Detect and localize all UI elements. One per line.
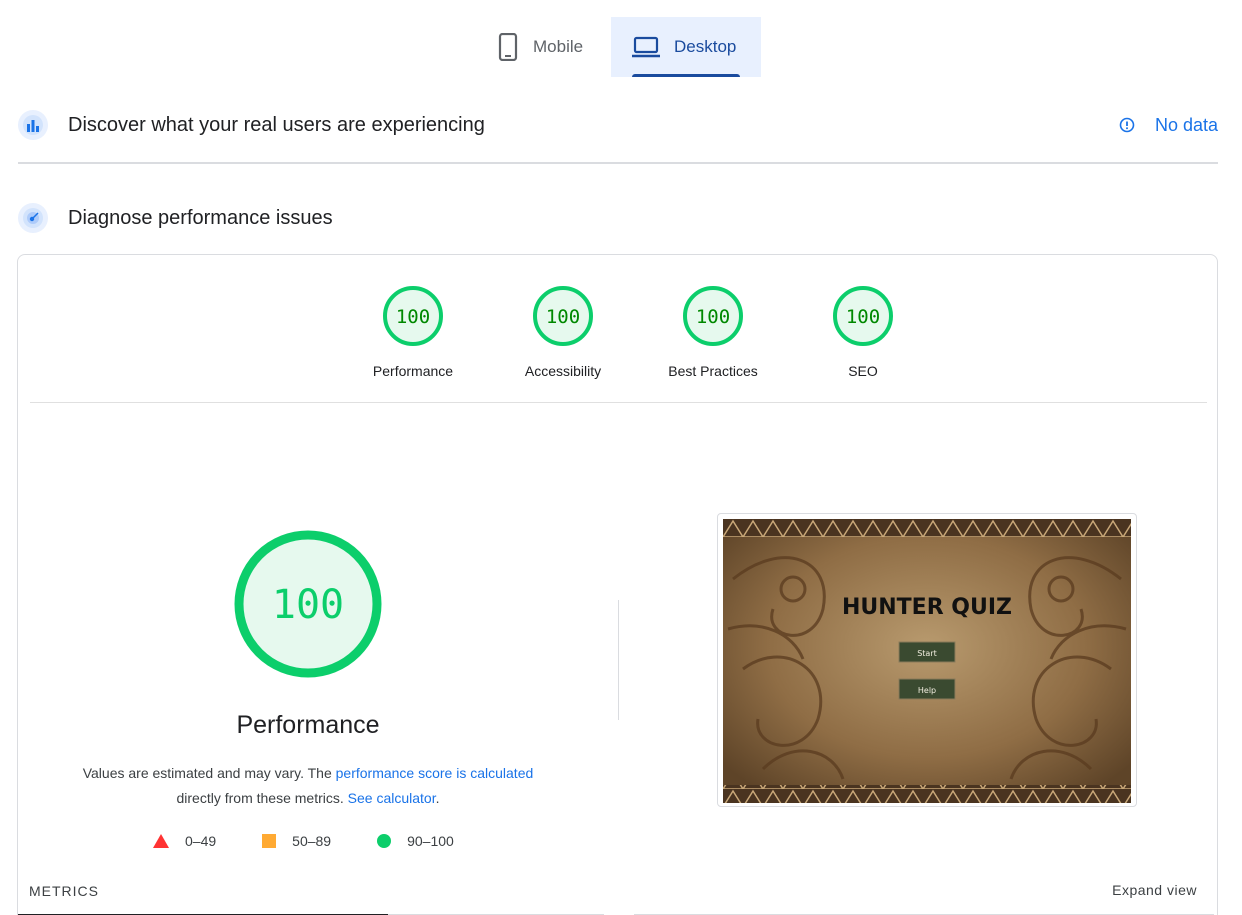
desc-text: . bbox=[435, 790, 440, 806]
crux-title: Discover what your real users are experi… bbox=[68, 113, 485, 136]
legend-average: 50–89 bbox=[262, 833, 331, 849]
gauge-performance[interactable]: 100 Performance bbox=[338, 285, 488, 379]
desc-text: directly from these metrics. bbox=[176, 790, 348, 806]
gauge-accessibility[interactable]: 100 Accessibility bbox=[488, 285, 638, 379]
crux-section: Discover what your real users are experi… bbox=[18, 107, 1218, 143]
category-gauges: 100 Performance 100 Accessibility 100 Be… bbox=[338, 285, 938, 379]
game-help-label: Help bbox=[918, 686, 936, 695]
gauge-best-practices[interactable]: 100 Best Practices bbox=[638, 285, 788, 379]
diagnose-title: Diagnose performance issues bbox=[68, 206, 333, 229]
score-legend: 0–49 50–89 90–100 bbox=[153, 833, 500, 849]
performance-score: 100 bbox=[272, 582, 344, 628]
gauge-label: Best Practices bbox=[668, 363, 758, 379]
laptop-icon bbox=[632, 33, 660, 61]
final-screenshot: HUNTER QUIZ Start Help bbox=[717, 513, 1137, 807]
gauge-ring: 100 bbox=[383, 286, 443, 346]
tab-desktop[interactable]: Desktop bbox=[611, 17, 761, 77]
gauge-seo[interactable]: 100 SEO bbox=[788, 285, 938, 379]
device-tabs: Mobile Desktop bbox=[476, 17, 761, 77]
gauge-ring: 100 bbox=[683, 286, 743, 346]
no-data-label: No data bbox=[1154, 114, 1218, 135]
vertical-divider bbox=[618, 600, 619, 720]
diagnose-section: Diagnose performance issues bbox=[18, 200, 1218, 236]
game-start-label: Start bbox=[917, 649, 937, 658]
gauge-label: SEO bbox=[848, 363, 878, 379]
tab-mobile[interactable]: Mobile bbox=[476, 17, 611, 77]
info-icon bbox=[1119, 117, 1135, 133]
performance-gauge: 100 bbox=[234, 530, 382, 678]
gauge-score: 100 bbox=[696, 306, 730, 328]
gauge-ring: 100 bbox=[533, 286, 593, 346]
legend-average-label: 50–89 bbox=[292, 833, 332, 849]
performance-title: Performance bbox=[236, 711, 380, 739]
no-data-link[interactable]: No data bbox=[1119, 115, 1218, 136]
legend-pass-label: 90–100 bbox=[407, 833, 454, 849]
expand-view-button[interactable]: Expand view bbox=[1112, 882, 1197, 898]
gauge-label: Accessibility bbox=[524, 363, 602, 379]
gauges-divider bbox=[30, 402, 1207, 403]
users-chart-icon bbox=[18, 110, 48, 140]
performance-description: Values are estimated and may vary. The p… bbox=[48, 761, 568, 811]
tab-mobile-label: Mobile bbox=[533, 37, 584, 56]
section-divider bbox=[18, 162, 1218, 164]
square-icon bbox=[262, 834, 277, 848]
desc-text: Values are estimated and may vary. The bbox=[82, 765, 336, 781]
radar-icon bbox=[18, 203, 48, 233]
legend-fail: 0–49 bbox=[153, 833, 216, 849]
gauge-score: 100 bbox=[396, 306, 430, 328]
gauge-ring: 100 bbox=[833, 286, 893, 346]
page-screenshot-image: HUNTER QUIZ Start Help bbox=[723, 519, 1131, 803]
tab-desktop-label: Desktop bbox=[674, 37, 737, 56]
report-card: 100 Performance 100 Accessibility 100 Be… bbox=[17, 254, 1218, 915]
metrics-heading: METRICS bbox=[29, 883, 99, 899]
legend-pass: 90–100 bbox=[377, 833, 454, 849]
score-calculated-link[interactable]: performance score is calculated bbox=[336, 765, 534, 781]
game-title: HUNTER QUIZ bbox=[842, 595, 1012, 620]
gauge-label: Performance bbox=[372, 363, 454, 379]
gauge-score: 100 bbox=[846, 306, 880, 328]
see-calculator-link[interactable]: See calculator bbox=[348, 790, 436, 806]
legend-fail-label: 0–49 bbox=[185, 833, 217, 849]
triangle-icon bbox=[153, 834, 169, 848]
circle-icon bbox=[377, 834, 392, 848]
phone-icon bbox=[497, 33, 519, 61]
gauge-score: 100 bbox=[546, 306, 580, 328]
